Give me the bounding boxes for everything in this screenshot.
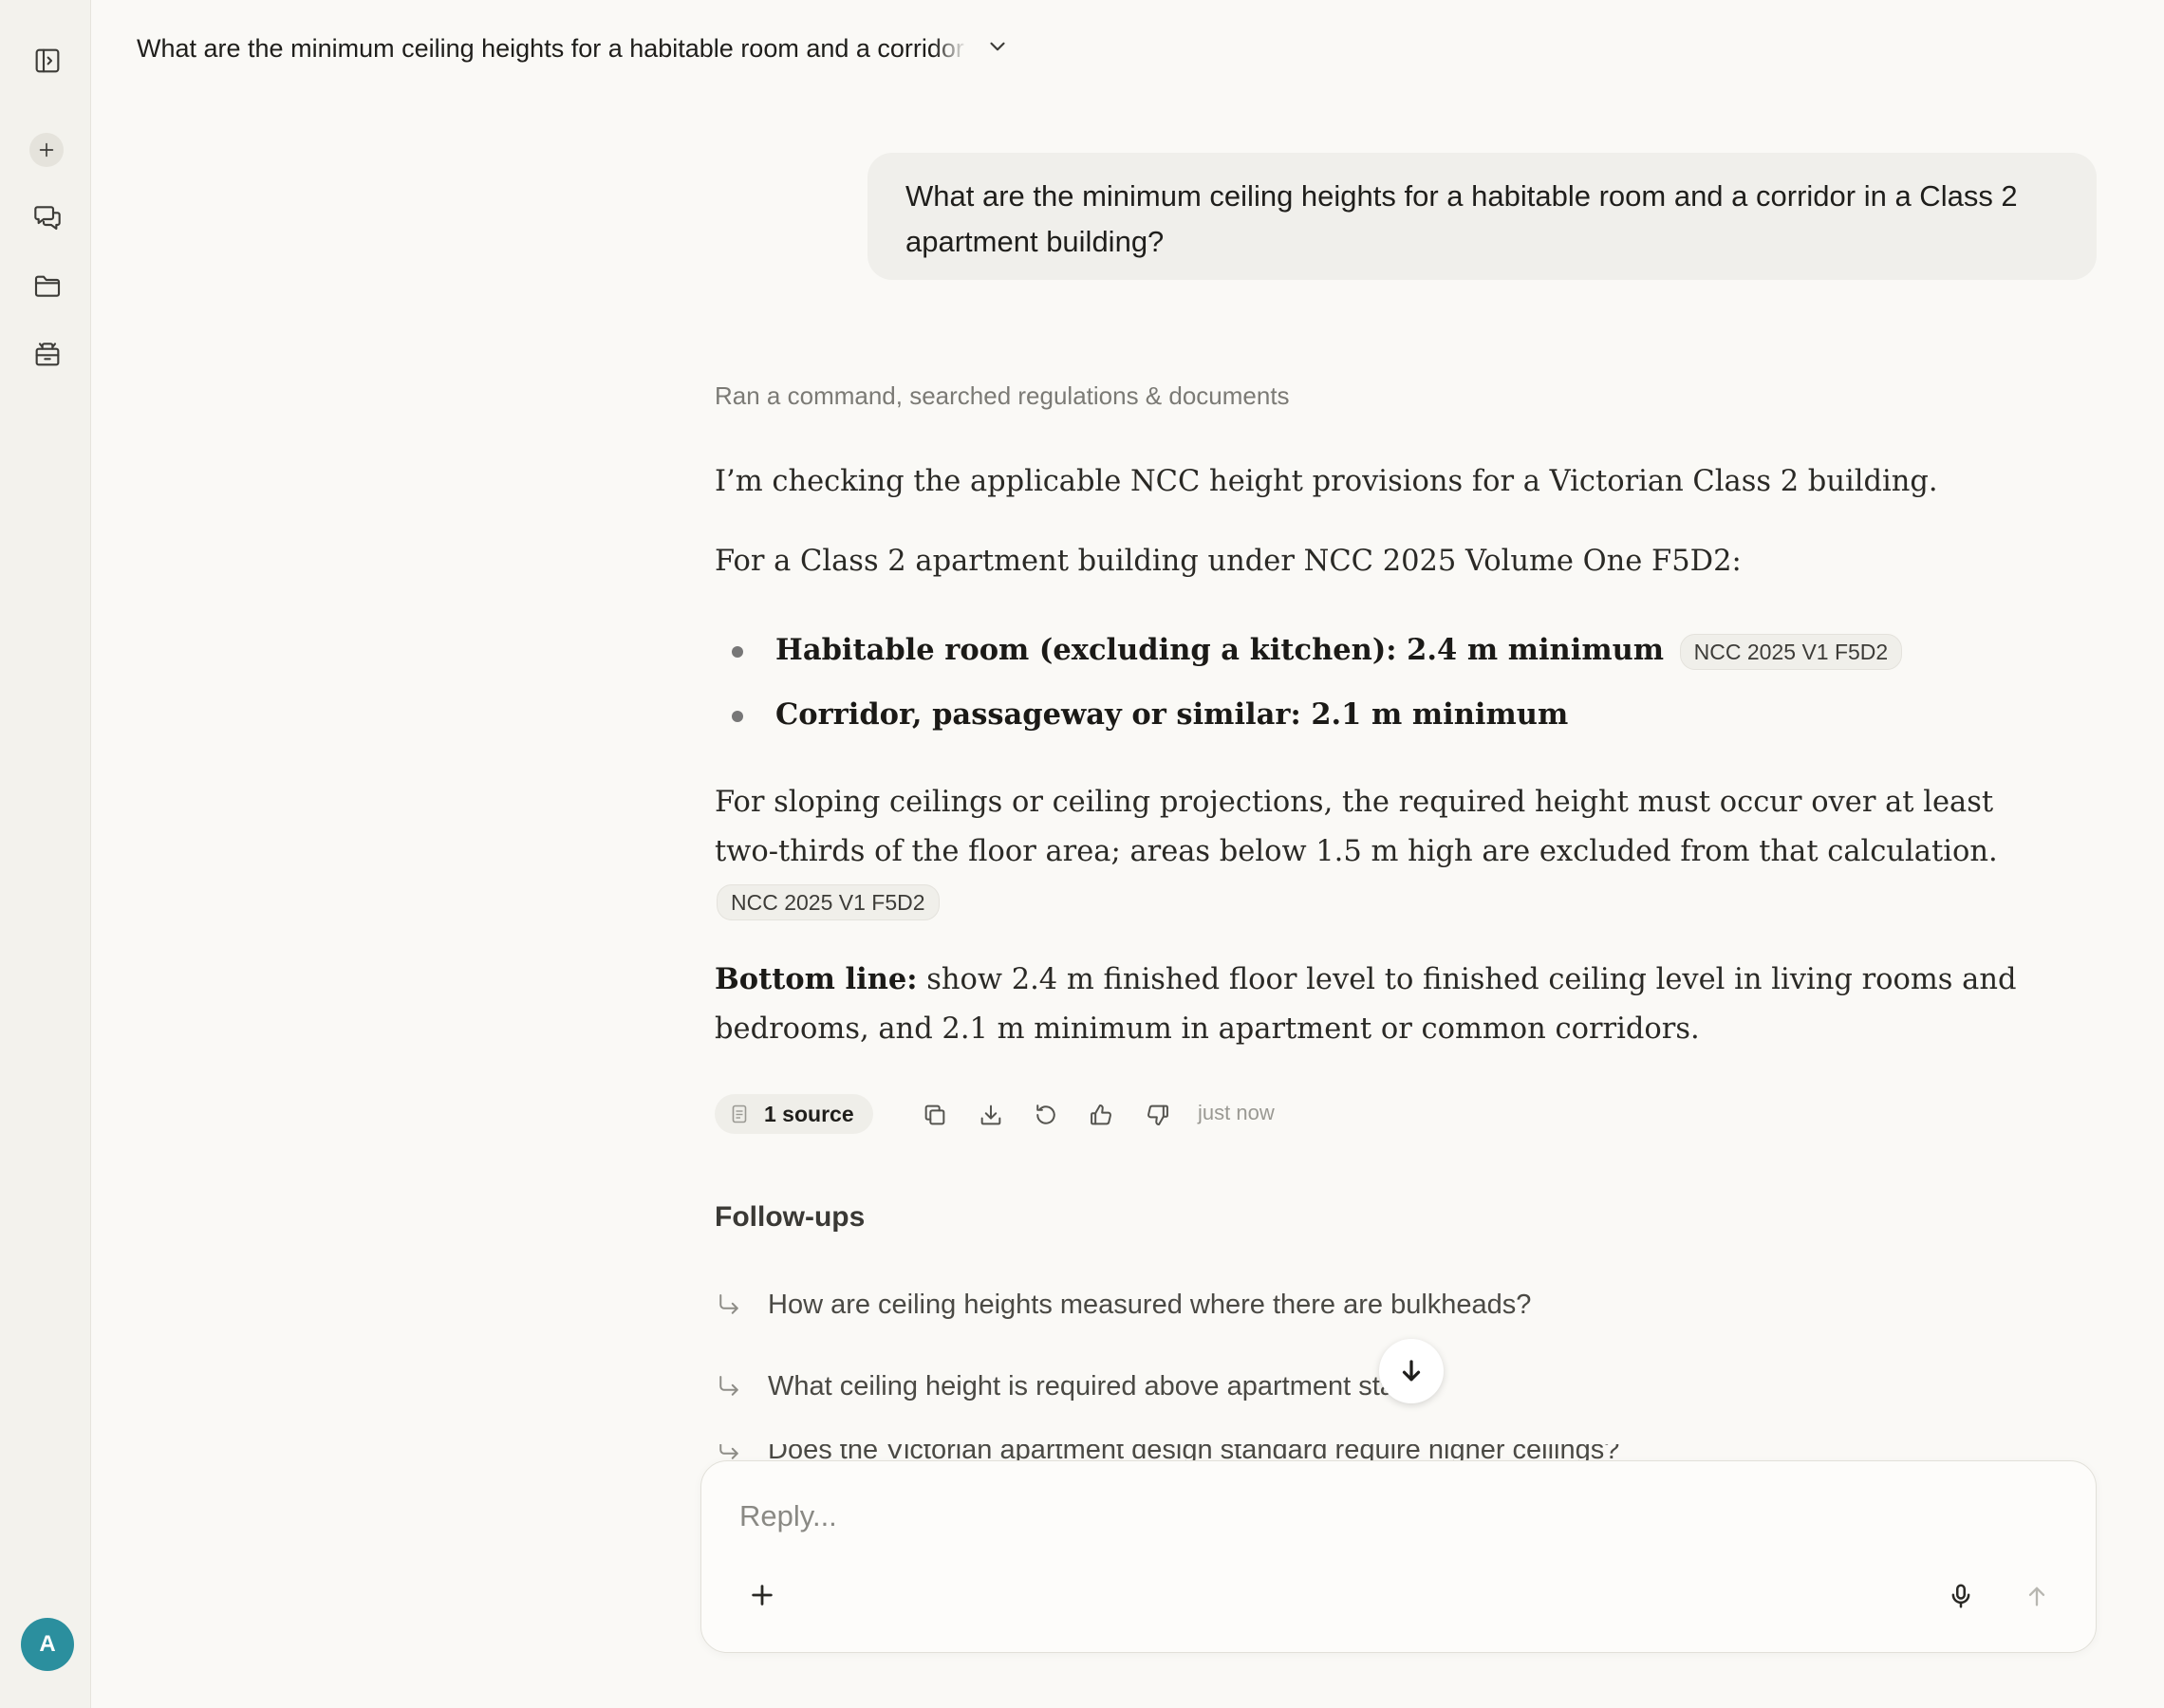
- chat-title[interactable]: What are the minimum ceiling heights for…: [137, 27, 967, 70]
- bottom-line-label: Bottom line:: [715, 962, 918, 996]
- followup-item[interactable]: What ceiling height is required above ap…: [715, 1365, 1440, 1408]
- thumbs-up-icon: [1091, 1105, 1111, 1125]
- response-paragraph: For a Class 2 apartment building under N…: [715, 545, 1742, 578]
- thumbs-up-button[interactable]: [1085, 1099, 1117, 1131]
- chats-icon: [34, 206, 61, 231]
- new-chat-button[interactable]: [29, 133, 64, 167]
- retry-button[interactable]: [1030, 1099, 1062, 1131]
- thumbs-down-icon: [1147, 1105, 1168, 1125]
- followup-text: What ceiling height is required above ap…: [768, 1370, 1440, 1402]
- bottom-line-paragraph: Bottom line: show 2.4 m finished floor l…: [715, 955, 2043, 1054]
- reply-arrow-icon: [719, 1376, 738, 1396]
- citation-chip[interactable]: NCC 2025 V1 F5D2: [717, 884, 940, 920]
- composer: [700, 1460, 2097, 1653]
- bullet-dot: [732, 646, 743, 658]
- list-item: Corridor, passageway or similar: 2.1 m m…: [715, 689, 2024, 753]
- followup-text: How are ceiling heights measured where t…: [768, 1289, 1532, 1320]
- copy-button[interactable]: [919, 1099, 951, 1131]
- chevron-down-icon: [990, 42, 1005, 51]
- scroll-to-bottom-button[interactable]: [1379, 1339, 1444, 1403]
- activity-summary[interactable]: Ran a command, searched regulations & do…: [715, 381, 1290, 411]
- response-paragraph: I’m checking the applicable NCC height p…: [715, 465, 1938, 498]
- avatar[interactable]: A: [21, 1618, 74, 1671]
- bullet-dot: [732, 711, 743, 722]
- artifacts-button[interactable]: [27, 333, 68, 375]
- folder-icon: [34, 275, 61, 297]
- followups-heading: Follow-ups: [715, 1201, 866, 1233]
- bullet-text: Habitable room (excluding a kitchen): 2.…: [775, 633, 1665, 667]
- user-message: What are the minimum ceiling heights for…: [867, 153, 2097, 280]
- sidebar-toggle-icon: [35, 48, 60, 73]
- response-paragraph: For sloping ceilings or ceiling projecti…: [715, 786, 1998, 868]
- projects-button[interactable]: [27, 265, 68, 306]
- sources-label: 1 source: [764, 1101, 854, 1126]
- chats-button[interactable]: [27, 196, 68, 238]
- reply-arrow-icon: [719, 1294, 738, 1314]
- sources-button[interactable]: 1 source: [715, 1094, 873, 1134]
- add-attachment-button[interactable]: [747, 1580, 777, 1610]
- plus-icon: [39, 142, 54, 158]
- arrow-up-icon: [2028, 1587, 2045, 1606]
- copy-icon: [924, 1105, 945, 1125]
- response-bullet-list: Habitable room (excluding a kitchen): 2.…: [715, 624, 2024, 753]
- sidebar: A: [0, 0, 91, 1708]
- retry-icon: [1036, 1105, 1055, 1124]
- thumbs-down-button[interactable]: [1142, 1099, 1174, 1131]
- document-icon: [732, 1105, 747, 1123]
- download-icon: [980, 1105, 1001, 1125]
- citation-chip[interactable]: NCC 2025 V1 F5D2: [1679, 634, 1903, 670]
- followup-item[interactable]: How are ceiling heights measured where t…: [715, 1283, 1531, 1327]
- send-button[interactable]: [2021, 1580, 2053, 1612]
- list-item: Habitable room (excluding a kitchen): 2.…: [715, 624, 2024, 689]
- plus-icon: [752, 1585, 773, 1606]
- download-button[interactable]: [975, 1099, 1007, 1131]
- arrow-down-icon: [1402, 1360, 1421, 1382]
- reply-input[interactable]: [739, 1499, 1973, 1533]
- bullet-text: Corridor, passageway or similar: 2.1 m m…: [775, 697, 1569, 732]
- message-timestamp: just now: [1198, 1101, 1275, 1124]
- sidebar-toggle-button[interactable]: [27, 40, 68, 82]
- microphone-icon: [1951, 1584, 1970, 1608]
- voice-input-button[interactable]: [1945, 1580, 1977, 1612]
- title-menu-button[interactable]: [985, 34, 1010, 59]
- toolbox-icon: [35, 343, 60, 366]
